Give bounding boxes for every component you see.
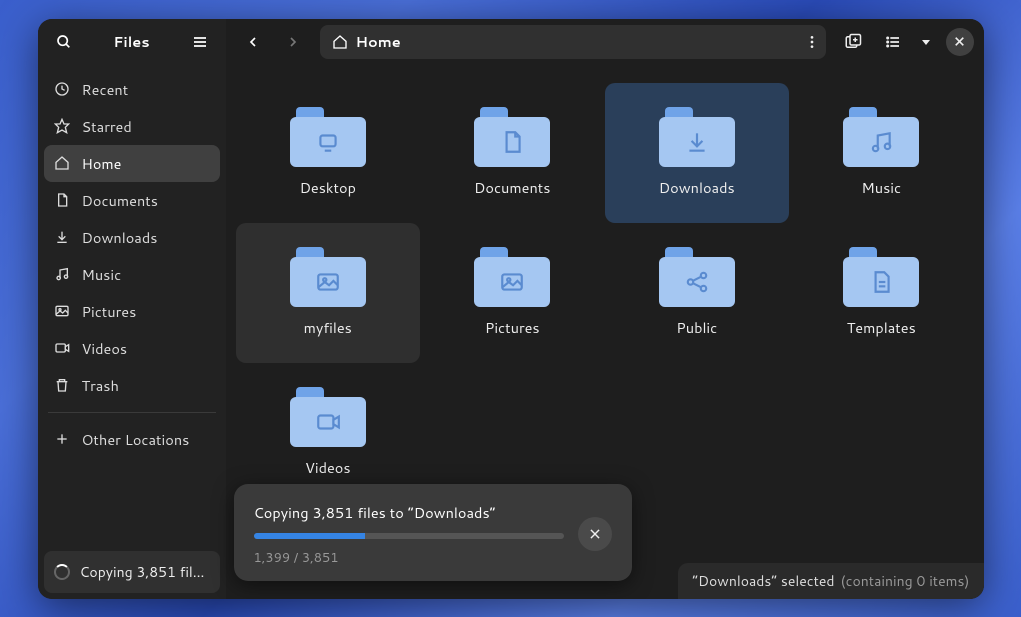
sidebar-item-label: Downloads [82, 227, 158, 248]
cancel-operation-button[interactable] [578, 517, 612, 551]
sidebar-item-music[interactable]: Music [44, 256, 220, 293]
forward-button[interactable] [276, 25, 310, 59]
sidebar-item-label: Trash [82, 375, 119, 396]
progress-fill [254, 533, 366, 539]
sidebar-item-label: Home [82, 153, 122, 174]
sidebar-item-recent[interactable]: Recent [44, 71, 220, 108]
folder-icon [474, 107, 550, 167]
sidebar-item-videos[interactable]: Videos [44, 330, 220, 367]
folder-icon [659, 247, 735, 307]
chevron-down-icon [920, 36, 932, 48]
folder-label: Public [676, 317, 717, 338]
folder-label: Videos [305, 457, 351, 478]
folder-pictures[interactable]: Pictures [420, 223, 605, 363]
new-tab-button[interactable] [836, 25, 870, 59]
folder-public[interactable]: Public [605, 223, 790, 363]
progress-bar [254, 533, 564, 539]
folder-icon [290, 387, 366, 447]
download-icon [54, 229, 70, 245]
home-icon [54, 155, 70, 171]
folder-icon [843, 247, 919, 307]
music-icon [54, 266, 70, 282]
hamburger-icon [192, 34, 208, 50]
app-title: Files [80, 31, 184, 52]
doc-icon [54, 192, 70, 208]
kebab-icon[interactable] [804, 34, 820, 50]
folder-desktop[interactable]: Desktop [236, 83, 421, 223]
folder-icon [290, 247, 366, 307]
status-primary: “Downloads” selected [692, 571, 834, 591]
video-icon [54, 340, 70, 356]
sidebar-places: Recent Starred Home Documents Downloads Music… [38, 65, 226, 545]
search-icon [56, 34, 72, 50]
popover-title: Copying 3,851 files to “Downloads” [254, 502, 564, 523]
sidebar-item-label: Pictures [82, 301, 137, 322]
status-bar: “Downloads” selected (containing 0 items… [678, 563, 983, 599]
back-button[interactable] [236, 25, 270, 59]
folder-label: Desktop [300, 177, 356, 198]
sidebar-item-downloads[interactable]: Downloads [44, 219, 220, 256]
spinner-icon [54, 564, 70, 580]
folder-icon [843, 107, 919, 167]
view-list-button[interactable] [876, 25, 910, 59]
view-options-button[interactable] [916, 25, 936, 59]
folder-grid: Desktop Documents Downloads Music myfile… [236, 83, 974, 503]
folder-label: Downloads [659, 177, 735, 198]
folder-icon [290, 107, 366, 167]
sidebar-menu-button[interactable] [184, 26, 216, 58]
close-button[interactable] [946, 28, 974, 56]
sidebar-header: Files [38, 19, 226, 65]
path-label: Home [356, 31, 401, 52]
operation-popover: Copying 3,851 files to “Downloads” 1,399… [234, 484, 632, 581]
plus-icon [54, 431, 70, 447]
list-view-icon [885, 34, 901, 50]
chevron-left-icon [245, 34, 261, 50]
folder-label: myfiles [304, 317, 352, 338]
star-icon [54, 118, 70, 134]
close-icon [953, 35, 966, 48]
chevron-right-icon [285, 34, 301, 50]
folder-downloads[interactable]: Downloads [605, 83, 790, 223]
folder-myfiles[interactable]: myfiles [236, 223, 421, 363]
home-icon [332, 34, 348, 50]
folder-label: Documents [474, 177, 550, 198]
clock-icon [54, 81, 70, 97]
status-secondary: (containing 0 items) [841, 571, 970, 591]
folder-documents[interactable]: Documents [420, 83, 605, 223]
sidebar-item-label: Videos [82, 338, 128, 359]
folder-templates[interactable]: Templates [789, 223, 974, 363]
sidebar-item-trash[interactable]: Trash [44, 367, 220, 404]
sidebar-item-pictures[interactable]: Pictures [44, 293, 220, 330]
sidebar-other-locations[interactable]: Other Locations [44, 421, 220, 458]
sidebar-operation-status[interactable]: Copying 3,851 fil… [44, 551, 220, 593]
sidebar-item-starred[interactable]: Starred [44, 108, 220, 145]
folder-videos[interactable]: Videos [236, 363, 421, 503]
path-bar[interactable]: Home [320, 25, 826, 59]
progress-text: 1,399 / 3,851 [254, 549, 564, 567]
sidebar-item-label: Starred [82, 116, 132, 137]
file-manager-window: Files Recent Starred Home Documents Download… [38, 19, 984, 599]
folder-music[interactable]: Music [789, 83, 974, 223]
toolbar: Home [226, 19, 984, 65]
sidebar-item-label: Recent [82, 79, 129, 100]
folder-label: Pictures [485, 317, 540, 338]
trash-icon [54, 377, 70, 393]
folder-icon [659, 107, 735, 167]
folder-label: Templates [847, 317, 916, 338]
new-tab-icon [844, 33, 862, 51]
sidebar-item-home[interactable]: Home [44, 145, 220, 182]
picture-icon [54, 303, 70, 319]
search-button[interactable] [48, 26, 80, 58]
sidebar-item-label: Documents [82, 190, 158, 211]
sidebar-item-label: Other Locations [82, 429, 190, 450]
folder-icon [474, 247, 550, 307]
sidebar-status-text: Copying 3,851 fil… [80, 562, 210, 582]
sidebar-item-label: Music [82, 264, 122, 285]
folder-label: Music [861, 177, 901, 198]
sidebar: Files Recent Starred Home Documents Download… [38, 19, 226, 599]
close-icon [588, 527, 602, 541]
sidebar-item-documents[interactable]: Documents [44, 182, 220, 219]
